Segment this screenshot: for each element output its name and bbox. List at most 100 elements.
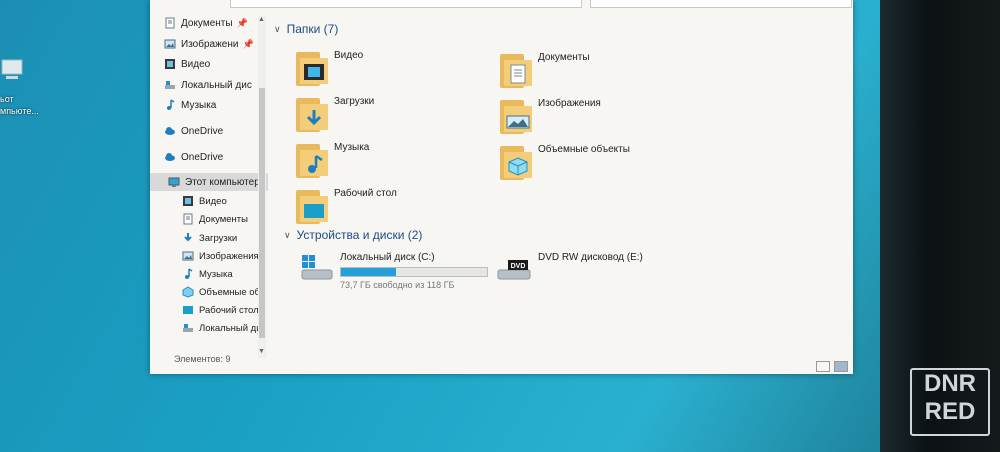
folder-label: Музыка xyxy=(334,142,370,153)
file-explorer-window: Документы 📌 Изображени 📌 Видео Локальный д… xyxy=(150,0,853,374)
desktop-icon xyxy=(183,306,193,314)
folder-tile-desktop[interactable]: Рабочий стол xyxy=(296,188,397,224)
sidebar-item-documents[interactable]: Документы xyxy=(182,210,248,228)
pictures-folder-icon xyxy=(500,98,534,134)
sidebar-item-pictures-pinned[interactable]: Изображени 📌 xyxy=(164,35,254,53)
dvd-badge: DVD xyxy=(511,263,526,270)
folder-tile-music[interactable]: Музыка xyxy=(296,142,369,178)
sidebar-item-pictures[interactable]: Изображения xyxy=(182,247,259,265)
sidebar-item-label: Рабочий стол xyxy=(199,304,259,316)
dvd-drive-icon: DVD xyxy=(496,252,532,282)
sidebar-item-onedrive-2[interactable]: OneDrive xyxy=(164,148,223,166)
large-icons-view-icon[interactable] xyxy=(834,361,848,372)
sidebar-item-music-quick[interactable]: Музыка xyxy=(164,96,216,114)
address-bar[interactable] xyxy=(230,0,582,8)
devices-group-header[interactable]: ∨ Устройства и диски (2) xyxy=(284,228,422,242)
drive-label: DVD RW дисковод (E:) xyxy=(538,252,643,263)
document-icon xyxy=(165,17,175,29)
drive-icon xyxy=(165,81,175,89)
sidebar-item-video-quick[interactable]: Видео xyxy=(164,55,210,73)
sidebar-item-label: OneDrive xyxy=(181,125,224,137)
3d-objects-icon xyxy=(182,286,194,298)
folder-tile-video[interactable]: Видео xyxy=(296,50,363,86)
sidebar-item-downloads[interactable]: Загрузки xyxy=(182,229,237,247)
folder-tile-3d-objects[interactable]: Объемные объекты xyxy=(500,144,630,180)
sidebar-item-3d-objects[interactable]: Объемные объ xyxy=(182,283,266,301)
folder-label: Изображения xyxy=(538,98,601,109)
chevron-down-icon: ∨ xyxy=(284,229,291,240)
sidebar-item-label: Музыка xyxy=(181,99,217,111)
pin-icon: 📌 xyxy=(242,38,254,49)
sidebar-item-local-disk[interactable]: Локальный дис xyxy=(182,319,266,337)
navigation-pane: Документы 📌 Изображени 📌 Видео Локальный д… xyxy=(150,8,268,358)
document-icon xyxy=(183,213,193,225)
music-icon xyxy=(185,268,193,279)
sidebar-item-label: Изображени xyxy=(181,38,239,50)
3d-objects-folder-icon xyxy=(500,144,534,180)
downloads-folder-icon xyxy=(296,96,330,132)
nav-scroll-thumb[interactable] xyxy=(259,88,265,338)
video-icon xyxy=(183,196,193,206)
sidebar-item-music[interactable]: Музыка xyxy=(182,265,233,283)
this-pc-desktop-icon[interactable] xyxy=(0,56,34,86)
folder-tile-downloads[interactable]: Загрузки xyxy=(296,96,374,132)
pictures-icon xyxy=(164,39,176,49)
nav-scrollbar[interactable]: ▲ ▼ xyxy=(258,16,266,358)
sidebar-item-label: OneDrive xyxy=(181,151,224,163)
sidebar-item-label: Изображения xyxy=(199,250,259,262)
desktop-label-line2: мпьюте... xyxy=(0,106,39,116)
music-folder-icon xyxy=(296,142,330,178)
folder-tile-pictures[interactable]: Изображения xyxy=(500,98,601,134)
sidebar-item-label: Документы xyxy=(199,213,248,225)
drive-icon xyxy=(183,324,193,332)
status-items-count: Элементов: 9 xyxy=(174,354,231,364)
sidebar-item-desktop[interactable]: Рабочий стол xyxy=(182,301,259,319)
sidebar-item-video[interactable]: Видео xyxy=(182,192,227,210)
desktop-folder-icon xyxy=(296,188,330,224)
chevron-up-icon[interactable]: ▲ xyxy=(258,16,265,23)
drive-usage-bar xyxy=(340,267,488,277)
windows-drive-icon xyxy=(298,252,334,282)
sidebar-item-local-disk-quick[interactable]: Локальный дис xyxy=(164,76,252,94)
sidebar-item-label: Загрузки xyxy=(199,232,238,244)
downloads-icon xyxy=(184,233,192,242)
drive-label: Локальный диск (C:) xyxy=(340,252,435,263)
pictures-icon xyxy=(182,251,194,261)
folder-tile-documents[interactable]: Документы xyxy=(500,52,590,88)
sidebar-item-this-pc[interactable]: Этот компьютер xyxy=(150,173,268,191)
chevron-down-icon: ∨ xyxy=(274,23,281,34)
toolbar-strip xyxy=(150,0,853,8)
sidebar-item-label: Локальный дис xyxy=(199,322,267,334)
folder-label: Объемные объекты xyxy=(538,144,630,155)
video-folder-icon xyxy=(296,50,330,86)
drive-tile-dvd[interactable]: DVD DVD RW дисковод (E:) xyxy=(496,252,643,282)
folder-label: Видео xyxy=(334,50,364,61)
music-icon xyxy=(167,99,175,110)
watermark-logo: DNR RED xyxy=(910,368,990,436)
video-icon xyxy=(165,59,175,69)
watermark-line2: RED xyxy=(924,398,976,425)
sidebar-item-label: Этот компьютер xyxy=(185,176,260,188)
onedrive-icon xyxy=(165,153,175,161)
drive-tile-c[interactable]: Локальный диск (C:) 73,7 ГБ свободно из … xyxy=(298,252,488,290)
folders-group-header[interactable]: ∨ Папки (7) xyxy=(274,22,338,36)
folder-label: Документы xyxy=(538,52,590,63)
view-toggle xyxy=(816,361,848,372)
sidebar-item-label: Объемные объ xyxy=(199,286,266,298)
sidebar-item-onedrive-1[interactable]: OneDrive xyxy=(164,122,223,140)
folder-label: Загрузки xyxy=(334,96,375,107)
sidebar-item-label: Видео xyxy=(181,58,211,70)
details-view-icon[interactable] xyxy=(816,361,830,372)
folder-label: Рабочий стол xyxy=(334,188,397,199)
watermark-line1: DNR xyxy=(924,370,976,397)
desktop-label-line1: ьот xyxy=(0,94,14,104)
drive-free-space: 73,7 ГБ свободно из 118 ГБ xyxy=(340,280,455,290)
search-box[interactable] xyxy=(590,0,852,8)
sidebar-item-label: Локальный дис xyxy=(181,79,252,91)
chevron-down-icon[interactable]: ▼ xyxy=(258,348,265,355)
pin-icon: 📌 xyxy=(236,17,248,28)
devices-group-title: Устройства и диски (2) xyxy=(296,228,423,242)
sidebar-item-label: Музыка xyxy=(199,268,233,280)
sidebar-item-documents-pinned[interactable]: Документы 📌 xyxy=(164,14,248,32)
sidebar-item-label: Документы xyxy=(181,17,233,29)
